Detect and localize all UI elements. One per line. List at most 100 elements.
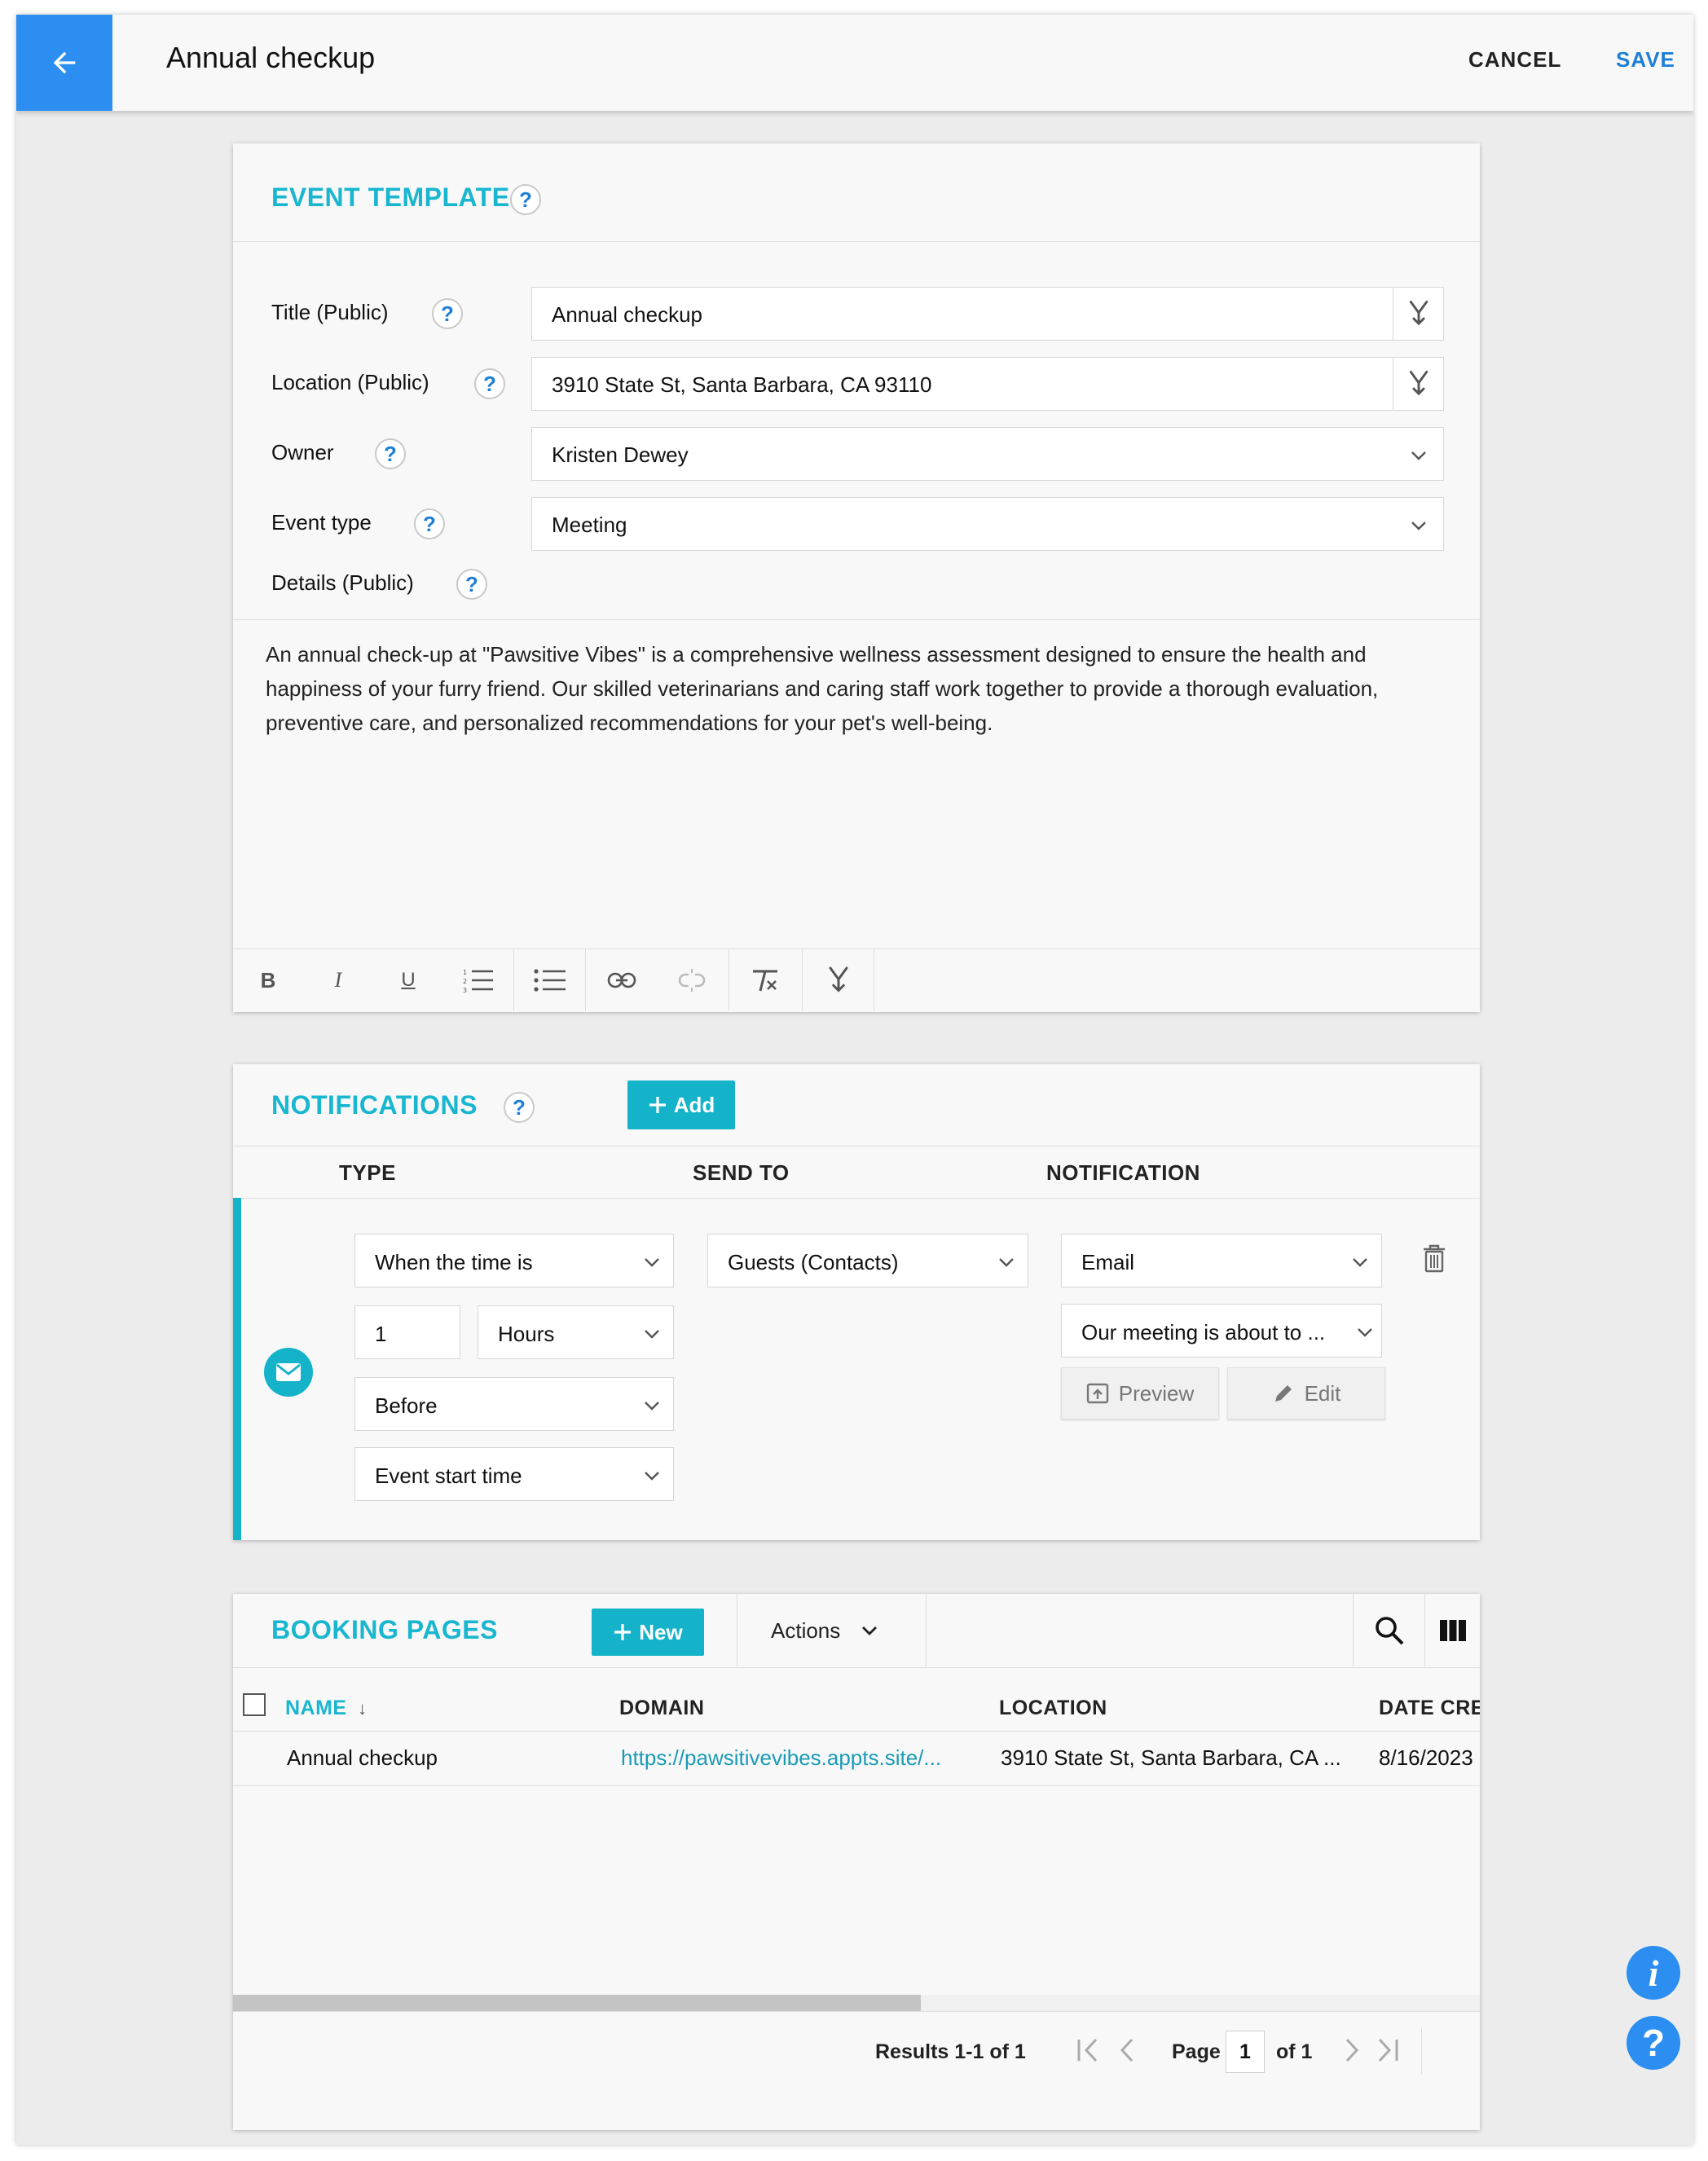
location-input[interactable]: 3910 State St, Santa Barbara, CA 93110 xyxy=(531,357,1444,411)
prev-page-button[interactable] xyxy=(1112,2034,1144,2066)
notifications-card: NOTIFICATIONS ? Add TYPE SEND TO NOTIFIC… xyxy=(233,1064,1480,1540)
delete-button[interactable] xyxy=(1418,1240,1450,1276)
last-page-button[interactable] xyxy=(1371,2034,1403,2066)
channel-select[interactable]: Email xyxy=(1061,1234,1382,1287)
template-select[interactable]: Our meeting is about to ... xyxy=(1061,1304,1382,1358)
info-button[interactable]: i xyxy=(1627,1946,1680,2000)
help-icon[interactable]: ? xyxy=(510,184,541,215)
amount-input[interactable]: 1 xyxy=(354,1305,460,1359)
column-header-location[interactable]: LOCATION xyxy=(999,1697,1107,1720)
italic-icon: I xyxy=(334,968,342,992)
underline-icon: U xyxy=(401,969,416,991)
relation-select[interactable]: Before xyxy=(354,1377,674,1431)
title-input[interactable]: Annual checkup xyxy=(531,287,1444,341)
send-to-select-value: Guests (Contacts) xyxy=(728,1250,899,1274)
info-icon: i xyxy=(1648,1952,1659,1994)
details-label: Details (Public) xyxy=(271,570,414,595)
unlink-icon xyxy=(678,969,706,992)
columns-button[interactable] xyxy=(1426,1594,1480,1667)
merge-field-button[interactable] xyxy=(1393,288,1443,340)
help-icon[interactable]: ? xyxy=(432,298,463,329)
first-page-button[interactable] xyxy=(1072,2034,1105,2066)
owner-select[interactable]: Kristen Dewey xyxy=(531,427,1444,481)
add-notification-button[interactable]: Add xyxy=(627,1080,735,1129)
event-type-label: Event type xyxy=(271,510,372,535)
last-page-icon xyxy=(1378,2038,1398,2062)
trigger-select[interactable]: When the time is xyxy=(354,1234,674,1287)
unlink-button[interactable] xyxy=(657,949,727,1011)
channel-select-value: Email xyxy=(1081,1250,1135,1274)
clear-format-button[interactable] xyxy=(730,949,800,1011)
details-editor[interactable]: An annual check-up at "Pawsitive Vibes" … xyxy=(266,637,1447,740)
column-header-type: TYPE xyxy=(339,1160,396,1185)
row-accent-bar xyxy=(233,1198,241,1540)
new-booking-page-button[interactable]: New xyxy=(592,1609,704,1656)
arrow-left-icon xyxy=(53,51,76,74)
merge-field-toolbar-button[interactable] xyxy=(803,949,874,1011)
question-icon: ? xyxy=(1641,2022,1666,2064)
edit-button[interactable]: Edit xyxy=(1227,1367,1385,1419)
page-title: Annual checkup xyxy=(166,41,376,74)
unit-select[interactable]: Hours xyxy=(478,1305,674,1359)
event-type-select-value: Meeting xyxy=(552,513,627,537)
italic-button[interactable]: I xyxy=(303,949,373,1011)
edit-label: Edit xyxy=(1304,1380,1341,1406)
bold-button[interactable]: B xyxy=(233,949,303,1011)
toolbar-separator xyxy=(802,949,803,1011)
notification-row: When the time is 1 Hours Before Event st… xyxy=(233,1198,1480,1540)
bullet-list-button[interactable] xyxy=(515,949,585,1011)
cell-date-created: 8/16/2023 xyxy=(1379,1745,1473,1770)
column-header-domain[interactable]: DOMAIN xyxy=(619,1697,704,1720)
preview-label: Preview xyxy=(1118,1380,1195,1406)
help-icon[interactable]: ? xyxy=(504,1092,535,1123)
location-label: Location (Public) xyxy=(271,370,429,394)
help-icon[interactable]: ? xyxy=(414,508,445,539)
page-input[interactable]: 1 xyxy=(1226,2031,1265,2073)
toolbar-separator xyxy=(1424,1594,1425,1667)
plus-icon xyxy=(649,1097,666,1113)
preview-button[interactable]: Preview xyxy=(1061,1367,1219,1419)
event-type-select[interactable]: Meeting xyxy=(531,497,1444,551)
location-input-value: 3910 State St, Santa Barbara, CA 93110 xyxy=(552,372,932,397)
domain-link[interactable]: https://pawsitivevibes.appts.site/... xyxy=(621,1745,941,1771)
help-icon[interactable]: ? xyxy=(456,569,487,600)
table-row[interactable]: Annual checkup https://pawsitivevibes.ap… xyxy=(233,1731,1480,1786)
send-to-select[interactable]: Guests (Contacts) xyxy=(707,1234,1028,1287)
top-bar: Annual checkup CANCEL SAVE xyxy=(16,15,1693,111)
new-button-label: New xyxy=(639,1619,683,1644)
columns-icon xyxy=(1440,1620,1466,1641)
toolbar-separator xyxy=(926,1594,927,1667)
actions-dropdown[interactable]: Actions xyxy=(738,1594,926,1667)
chevron-down-icon xyxy=(645,1330,659,1339)
divider xyxy=(233,1146,1480,1147)
help-icon[interactable]: ? xyxy=(375,438,406,469)
reference-select[interactable]: Event start time xyxy=(354,1447,674,1501)
save-button[interactable]: SAVE xyxy=(1616,47,1675,73)
merge-field-button[interactable] xyxy=(1393,358,1443,410)
svg-text:2: 2 xyxy=(463,978,467,985)
cell-name: Annual checkup xyxy=(287,1745,438,1770)
chevron-down-icon xyxy=(645,1402,659,1411)
link-button[interactable] xyxy=(587,949,657,1011)
select-all-checkbox[interactable] xyxy=(243,1693,266,1716)
bold-icon: B xyxy=(260,967,276,992)
chevron-down-icon xyxy=(1411,451,1426,460)
column-header-name[interactable]: NAME ↓ xyxy=(285,1697,368,1720)
first-page-icon xyxy=(1077,2038,1098,2062)
page-input-value: 1 xyxy=(1239,2040,1251,2063)
help-icon[interactable]: ? xyxy=(474,368,505,399)
cancel-button[interactable]: CANCEL xyxy=(1468,47,1561,73)
back-button[interactable] xyxy=(16,15,112,111)
horizontal-scrollbar[interactable] xyxy=(233,1995,921,2011)
ordered-list-button[interactable]: 1 2 3 xyxy=(443,949,513,1011)
trash-icon xyxy=(1424,1244,1445,1273)
next-page-button[interactable] xyxy=(1335,2034,1367,2066)
add-button-label: Add xyxy=(673,1092,715,1117)
chevron-down-icon xyxy=(999,1258,1014,1267)
help-button[interactable]: ? xyxy=(1627,2016,1680,2070)
cell-location: 3910 State St, Santa Barbara, CA ... xyxy=(1001,1745,1341,1770)
underline-button[interactable]: U xyxy=(373,949,443,1011)
column-header-date-created[interactable]: DATE CREA xyxy=(1379,1697,1480,1720)
search-button[interactable] xyxy=(1354,1594,1424,1667)
amount-input-value: 1 xyxy=(375,1322,387,1346)
